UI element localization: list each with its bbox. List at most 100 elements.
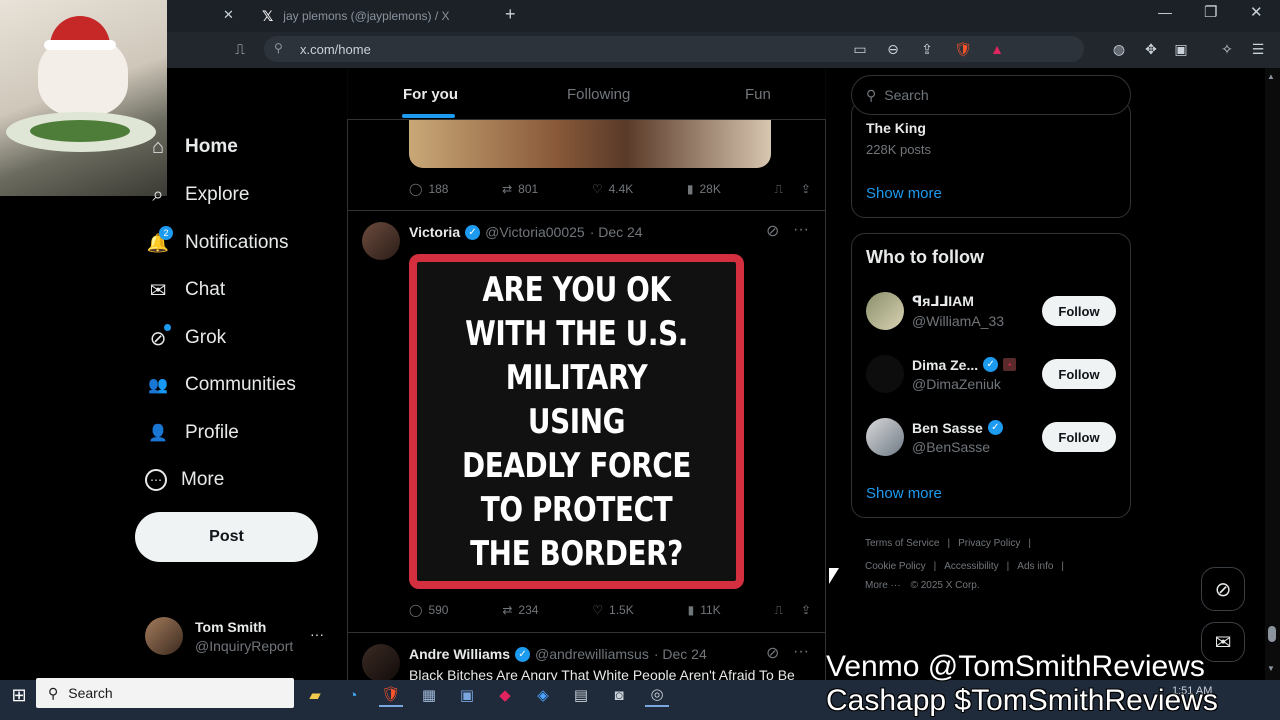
nav-home[interactable]: ⌂ Home [145,129,238,165]
messages-float-button[interactable]: ✉ [1201,622,1245,662]
cast-icon[interactable]: ▭ [849,38,871,60]
brave-icon[interactable]: 🛡 [379,683,403,707]
scroll-up-icon[interactable]: ▲ [1267,72,1275,81]
leo-ai-icon[interactable]: ✧ [1216,38,1238,60]
site-info-icon[interactable]: ⚲ [274,41,283,55]
footer-terms[interactable]: Terms of Service [865,538,939,549]
footer-privacy[interactable]: Privacy Policy [958,538,1020,549]
footer-ads-info[interactable]: Ads info [1017,561,1053,572]
grok-float-button[interactable]: ⊘ [1201,567,1245,611]
follow-button[interactable]: Follow [1042,359,1116,389]
follow-suggestion[interactable]: Dima Ze... ✓ ▪ @DimaZeniuk Follow [866,350,1116,398]
like-button[interactable]: ♡ 4.4K [592,182,633,196]
tweet-avatar[interactable] [362,222,400,260]
reply-button[interactable]: ◯ 188 [409,182,448,196]
tweet-author-handle[interactable]: @Victoria00025 [485,224,585,240]
bookmark-icon[interactable]: ⎍ [774,182,782,197]
app-icon[interactable]: ▤ [569,683,593,707]
nav-grok-label: Grok [185,327,227,348]
follow-suggestion[interactable]: Ben Sasse ✓ @BenSasse Follow [866,413,1116,461]
reply-button[interactable]: ◯ 590 [409,603,448,617]
post-button[interactable]: Post [135,512,318,562]
nav-notifications[interactable]: 🔔 2 Notifications [145,225,289,261]
tweet-more-icon[interactable]: ··· [793,643,809,661]
footer-accessibility[interactable]: Accessibility [944,561,998,572]
puzzle-icon[interactable]: ✥ [1140,38,1162,60]
file-explorer-icon[interactable]: ▰ [303,683,327,707]
trend-name[interactable]: The King [866,120,926,136]
nav-grok[interactable]: ⊘ Grok [145,320,226,356]
account-switcher[interactable]: Tom Smith @InquiryReport [145,612,335,660]
page-scrollbar[interactable] [1265,68,1280,680]
tweet-date[interactable]: · Dec 24 [654,646,707,662]
tweet-author-name[interactable]: Andre Williams [409,646,510,662]
tweet-image[interactable]: ARE YOU OK WITH THE U.S. MILITARY USING … [409,254,744,589]
follow-show-more[interactable]: Show more [866,485,942,502]
follow-button[interactable]: Follow [1042,296,1116,326]
app-icon[interactable]: ◆ [493,683,517,707]
share-icon[interactable]: ⇪ [801,603,811,617]
brave-rewards-icon[interactable]: ▲ [986,38,1008,60]
grok-tweet-icon[interactable]: ⊘ [766,221,779,241]
close-window-button[interactable]: ✕ [1250,3,1263,21]
tweet-author-name[interactable]: Victoria [409,224,460,240]
follow-suggestion[interactable]: ꟼᴙ⅃⅃IAM @WilliamA_33 Follow [866,287,1116,335]
tab-fun[interactable]: Fun [745,68,771,120]
nav-explore[interactable]: ⌕ Explore [145,177,249,213]
follow-button[interactable]: Follow [1042,422,1116,452]
calculator-icon[interactable]: ▦ [417,683,441,707]
bookmark-icon[interactable]: ⎍ [229,38,251,60]
trends-show-more[interactable]: Show more [866,185,942,202]
close-tab-icon[interactable]: ✕ [223,7,234,23]
brave-shield-icon[interactable]: 🛡 [952,38,974,60]
like-button[interactable]: ♡ 1.5K [592,603,633,617]
nav-profile[interactable]: 👤 Profile [145,415,239,451]
footer-cookie[interactable]: Cookie Policy [865,561,926,572]
share-icon[interactable]: ⇪ [916,38,938,60]
nav-more[interactable]: ⋯ More [145,462,224,498]
grok-tweet-icon[interactable]: ⊘ [766,643,779,663]
search-input[interactable]: ⚲ Search [851,75,1131,115]
views-button[interactable]: ▮ 28K [687,182,721,196]
like-count: 1.5K [609,603,634,617]
scrollbar-thumb[interactable] [1268,626,1276,642]
menu-icon[interactable]: ☰ [1247,38,1269,60]
extension-icon[interactable]: ◍ [1108,38,1130,60]
suggestion-avatar [866,418,904,456]
share-icon[interactable]: ⇪ [801,182,811,196]
previous-tweet-media[interactable] [409,120,771,168]
edge-icon[interactable]: ◔ [341,683,365,707]
tweet-date[interactable]: · Dec 24 [590,224,643,240]
tab-for-you[interactable]: For you [403,68,458,120]
footer-more[interactable]: More ··· [865,580,901,591]
bookmark-icon[interactable]: ⎍ [775,603,783,618]
nav-communities[interactable]: 👥 Communities [145,367,296,403]
repost-button[interactable]: ⇄ 234 [502,603,538,617]
obs-icon[interactable]: ◎ [645,683,669,707]
people-icon: 👥 [148,377,168,394]
account-avatar [145,617,183,655]
browser-tab-previous[interactable]: ✕ [167,0,247,32]
account-more-icon[interactable]: ··· [310,626,324,642]
zoom-icon[interactable]: ⊖ [882,38,904,60]
views-button[interactable]: ▮ 11K [688,603,721,617]
scroll-down-icon[interactable]: ▼ [1267,664,1275,673]
restore-button[interactable]: ❐ [1204,3,1217,21]
tweet-avatar[interactable] [362,644,400,682]
tweet-author-handle[interactable]: @andrewilliamsus [535,646,649,662]
app-icon[interactable]: ◈ [531,683,555,707]
new-tab-button[interactable]: + [505,4,516,25]
windows-start-icon[interactable]: ⊞ [8,684,30,706]
grok-icon: ⊘ [145,324,171,351]
minimize-button[interactable]: — [1158,4,1172,20]
tweet-more-icon[interactable]: ··· [793,221,809,239]
repost-button[interactable]: ⇄ 801 [502,182,538,196]
window-icon[interactable]: ▣ [455,683,479,707]
browser-tab-active[interactable]: 𝕏 jay plemons (@jayplemons) / X [250,0,490,32]
reply-count: 188 [428,182,449,196]
taskbar-search[interactable]: ⚲ Search [36,678,294,708]
tab-following[interactable]: Following [567,68,630,120]
sidebar-icon[interactable]: ▣ [1170,38,1192,60]
nav-chat[interactable]: ✉ Chat [145,272,226,308]
camera-icon[interactable]: ◙ [607,683,631,707]
